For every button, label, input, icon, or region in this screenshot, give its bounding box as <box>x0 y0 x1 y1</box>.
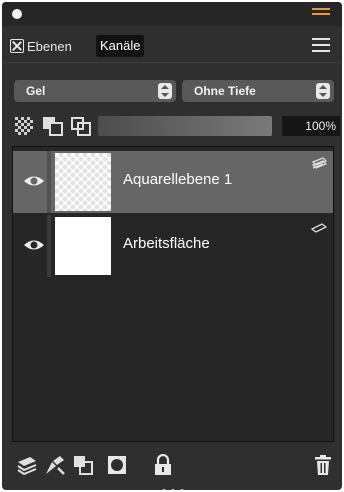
opacity-slider[interactable] <box>98 116 272 136</box>
blend-mode-select[interactable]: Gel <box>14 80 176 102</box>
eye-icon[interactable] <box>23 237 45 253</box>
close-tab-icon[interactable] <box>10 39 24 53</box>
layer-name: Aquarellebene 1 <box>123 171 233 188</box>
panel-titlebar <box>2 2 342 26</box>
transparency-icon[interactable] <box>14 116 36 136</box>
layer-row-arbeitsflaeche[interactable]: Arbeitsfläche <box>13 215 333 277</box>
layer-properties-icon[interactable] <box>44 454 66 476</box>
layer-toolbar <box>2 448 342 490</box>
tab-kanaele[interactable]: Kanäle <box>96 35 145 57</box>
panel-tabs: Ebenen Kanäle <box>2 32 342 60</box>
eye-icon[interactable] <box>23 173 45 189</box>
opacity-value-field[interactable]: 100% <box>282 116 340 136</box>
layers-panel: Ebenen Kanäle Gel Ohne Tiefe 100% Aquare… <box>2 2 342 490</box>
new-layer-icon[interactable] <box>16 454 38 476</box>
lock-icon[interactable] <box>152 454 174 476</box>
watercolor-layer-icon <box>311 157 327 169</box>
layer-color-bar <box>47 151 51 213</box>
tab-ebenen-label: Ebenen <box>27 38 72 54</box>
layer-thumbnail <box>55 217 111 275</box>
layer-name: Arbeitsfläche <box>123 235 210 252</box>
delete-icon[interactable] <box>312 454 334 476</box>
preserve-transparency-icon[interactable] <box>42 116 64 136</box>
opacity-row: 100% <box>14 114 340 138</box>
pick-up-underlying-color-icon[interactable] <box>70 116 92 136</box>
select-arrows-icon <box>316 83 330 99</box>
panel-grip-icon[interactable] <box>312 8 330 20</box>
tab-ebenen[interactable]: Ebenen <box>10 36 72 56</box>
layer-list: Aquarellebene 1 Arbeitsfläche <box>12 146 334 442</box>
duplicate-layer-icon[interactable] <box>72 454 94 476</box>
blend-mode-value: Gel <box>26 84 46 98</box>
layer-color-bar <box>47 215 51 277</box>
depth-select[interactable]: Ohne Tiefe <box>182 80 334 102</box>
more-options-icon[interactable] <box>162 480 192 490</box>
canvas-layer-icon <box>311 223 327 233</box>
close-panel-button[interactable] <box>12 9 22 19</box>
layer-thumbnail <box>55 153 111 211</box>
divider <box>2 62 342 63</box>
panel-menu-icon[interactable] <box>312 38 330 54</box>
layer-row-aquarellebene-1[interactable]: Aquarellebene 1 <box>13 151 333 213</box>
mask-icon[interactable] <box>106 454 128 476</box>
select-arrows-icon <box>158 83 172 99</box>
depth-value: Ohne Tiefe <box>194 84 256 98</box>
